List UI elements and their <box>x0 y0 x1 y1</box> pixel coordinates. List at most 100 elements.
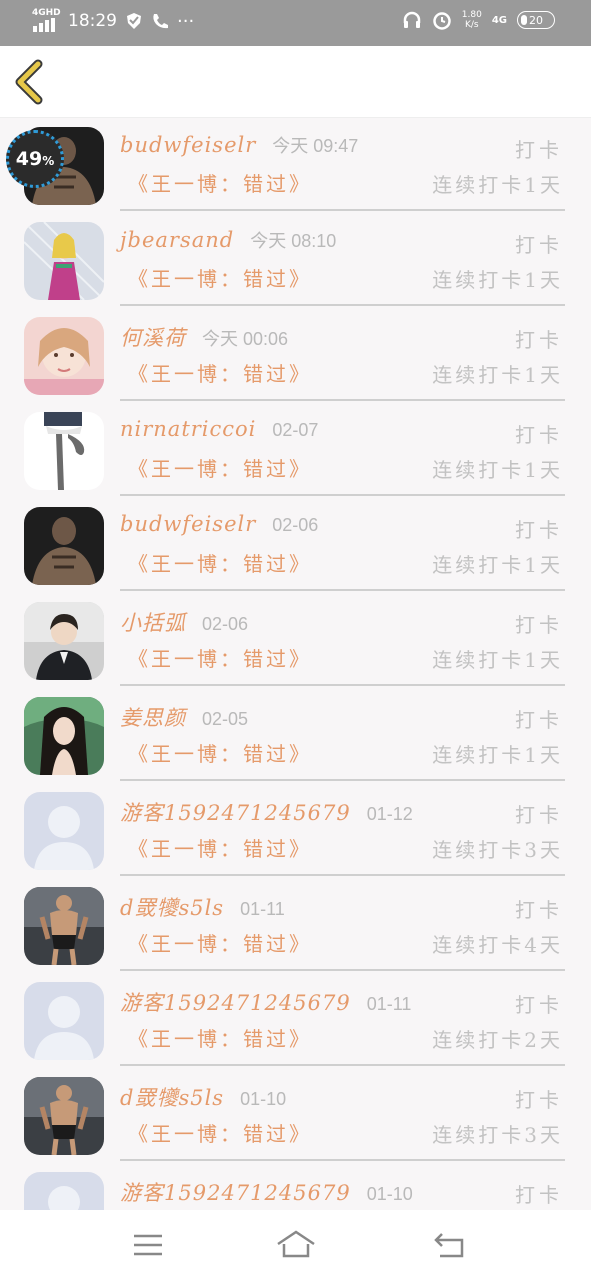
post-time: 01-10 <box>240 1089 287 1109</box>
divider <box>120 494 565 496</box>
post-time: 02-05 <box>202 709 249 729</box>
streak-label: 连续打卡1天 <box>432 648 563 672</box>
divider <box>120 779 565 781</box>
avatar[interactable] <box>24 412 104 490</box>
divider <box>120 589 565 591</box>
menu-icon[interactable] <box>128 1226 168 1262</box>
user-name: d罭犪s5ls 01-11 <box>120 896 285 920</box>
checkin-label: 打卡 <box>515 708 563 732</box>
header <box>0 46 591 118</box>
checkin-label: 打卡 <box>515 993 563 1017</box>
user-name: 何溪荷 今天 00:06 <box>120 326 289 350</box>
checkin-label: 打卡 <box>515 423 563 447</box>
list-item[interactable]: 姜思颜 02-05 《王一博：错过》 打卡 连续打卡1天 <box>0 688 591 783</box>
avatar[interactable] <box>24 317 104 395</box>
book-title[interactable]: 《王一博：错过》 <box>128 263 312 292</box>
user-name: 游客1592471245679 01-11 <box>120 991 412 1015</box>
system-nav-bar <box>0 1210 591 1280</box>
post-time: 今天 08:10 <box>250 231 337 251</box>
user-name: d罭犪s5ls 01-10 <box>120 1086 287 1110</box>
streak-label: 连续打卡1天 <box>432 553 563 577</box>
alarm-icon <box>433 12 451 30</box>
book-title[interactable]: 《王一博：错过》 <box>128 1023 312 1052</box>
shield-icon <box>127 13 141 29</box>
book-title[interactable]: 《王一博：错过》 <box>128 358 312 387</box>
post-time: 01-12 <box>366 804 413 824</box>
user-name: jbearsand 今天 08:10 <box>120 228 337 252</box>
headphone-icon <box>403 11 421 28</box>
signal-icon: 4GHD <box>32 8 61 32</box>
user-name: 小括弧 02-06 <box>120 611 249 635</box>
divider <box>120 1159 565 1161</box>
book-title[interactable]: 《王一博：错过》 <box>128 1118 312 1147</box>
divider <box>120 399 565 401</box>
list-item[interactable]: nirnatriccoi 02-07 《王一博：错过》 打卡 连续打卡1天 <box>0 403 591 498</box>
book-title[interactable]: 《王一博：错过》 <box>128 168 312 197</box>
divider <box>120 304 565 306</box>
avatar[interactable] <box>24 792 104 870</box>
streak-label: 连续打卡1天 <box>432 363 563 387</box>
streak-label: 连续打卡1天 <box>432 458 563 482</box>
progress-bubble[interactable]: 49% <box>6 130 64 188</box>
checkin-label: 打卡 <box>515 518 563 542</box>
checkin-label: 打卡 <box>515 1088 563 1112</box>
user-name: 游客1592471245679 01-12 <box>120 801 413 825</box>
post-time: 02-06 <box>272 515 319 535</box>
avatar[interactable] <box>24 602 104 680</box>
avatar[interactable] <box>24 507 104 585</box>
divider <box>120 969 565 971</box>
user-name: 游客1592471245679 01-10 <box>120 1181 413 1205</box>
list-item[interactable]: 游客1592471245679 01-12 《王一博：错过》 打卡 连续打卡3天 <box>0 783 591 878</box>
clock: 18:29 <box>68 11 117 31</box>
book-title[interactable]: 《王一博：错过》 <box>128 928 312 957</box>
back-arrow-icon[interactable] <box>10 58 54 106</box>
avatar[interactable] <box>24 1077 104 1155</box>
list-item[interactable]: 游客1592471245679 01-10 打卡 <box>0 1163 591 1210</box>
streak-label: 连续打卡3天 <box>432 1123 563 1147</box>
user-name: 姜思颜 02-05 <box>120 706 249 730</box>
list-item[interactable]: jbearsand 今天 08:10 《王一博：错过》 打卡 连续打卡1天 <box>0 213 591 308</box>
list-item[interactable]: 小括弧 02-06 《王一博：错过》 打卡 连续打卡1天 <box>0 593 591 688</box>
post-time: 今天 09:47 <box>272 136 359 156</box>
streak-label: 连续打卡2天 <box>432 1028 563 1052</box>
avatar[interactable] <box>24 982 104 1060</box>
avatar[interactable] <box>24 697 104 775</box>
checkin-list: budwfeiselr 今天 09:47 《王一博：错过》 打卡 连续打卡1天 j… <box>0 118 591 1210</box>
list-item[interactable]: 游客1592471245679 01-11 《王一博：错过》 打卡 连续打卡2天 <box>0 973 591 1068</box>
list-item[interactable]: budwfeiselr 今天 09:47 《王一博：错过》 打卡 连续打卡1天 <box>0 118 591 213</box>
streak-label: 连续打卡1天 <box>432 173 563 197</box>
user-name: budwfeiselr 今天 09:47 <box>120 133 359 157</box>
network-speed: 1.80 K/s <box>461 10 482 30</box>
avatar[interactable] <box>24 887 104 965</box>
phone-icon <box>153 14 168 29</box>
list-item[interactable]: d罭犪s5ls 01-11 《王一博：错过》 打卡 连续打卡4天 <box>0 878 591 973</box>
checkin-label: 打卡 <box>515 1183 563 1207</box>
checkin-label: 打卡 <box>515 803 563 827</box>
book-title[interactable]: 《王一博：错过》 <box>128 548 312 577</box>
user-name: nirnatriccoi 02-07 <box>120 417 319 441</box>
book-title[interactable]: 《王一博：错过》 <box>128 453 312 482</box>
list-item[interactable]: budwfeiselr 02-06 《王一博：错过》 打卡 连续打卡1天 <box>0 498 591 593</box>
book-title[interactable]: 《王一博：错过》 <box>128 738 312 767</box>
checkin-label: 打卡 <box>515 138 563 162</box>
post-time: 01-10 <box>366 1184 413 1204</box>
home-icon[interactable] <box>276 1226 316 1262</box>
avatar[interactable] <box>24 1172 104 1210</box>
more-icon: ··· <box>177 10 195 32</box>
divider <box>120 1064 565 1066</box>
battery-icon: 20 <box>517 11 555 29</box>
post-time: 02-06 <box>202 614 249 634</box>
back-nav-icon[interactable] <box>430 1226 470 1262</box>
list-item[interactable]: 何溪荷 今天 00:06 《王一博：错过》 打卡 连续打卡1天 <box>0 308 591 403</box>
book-title[interactable]: 《王一博：错过》 <box>128 833 312 862</box>
divider <box>120 684 565 686</box>
checkin-label: 打卡 <box>515 898 563 922</box>
network-type: 4G <box>491 14 507 26</box>
divider <box>120 874 565 876</box>
avatar[interactable] <box>24 222 104 300</box>
checkin-label: 打卡 <box>515 328 563 352</box>
list-item[interactable]: d罭犪s5ls 01-10 《王一博：错过》 打卡 连续打卡3天 <box>0 1068 591 1163</box>
user-name: budwfeiselr 02-06 <box>120 512 319 536</box>
divider <box>120 209 565 211</box>
book-title[interactable]: 《王一博：错过》 <box>128 643 312 672</box>
